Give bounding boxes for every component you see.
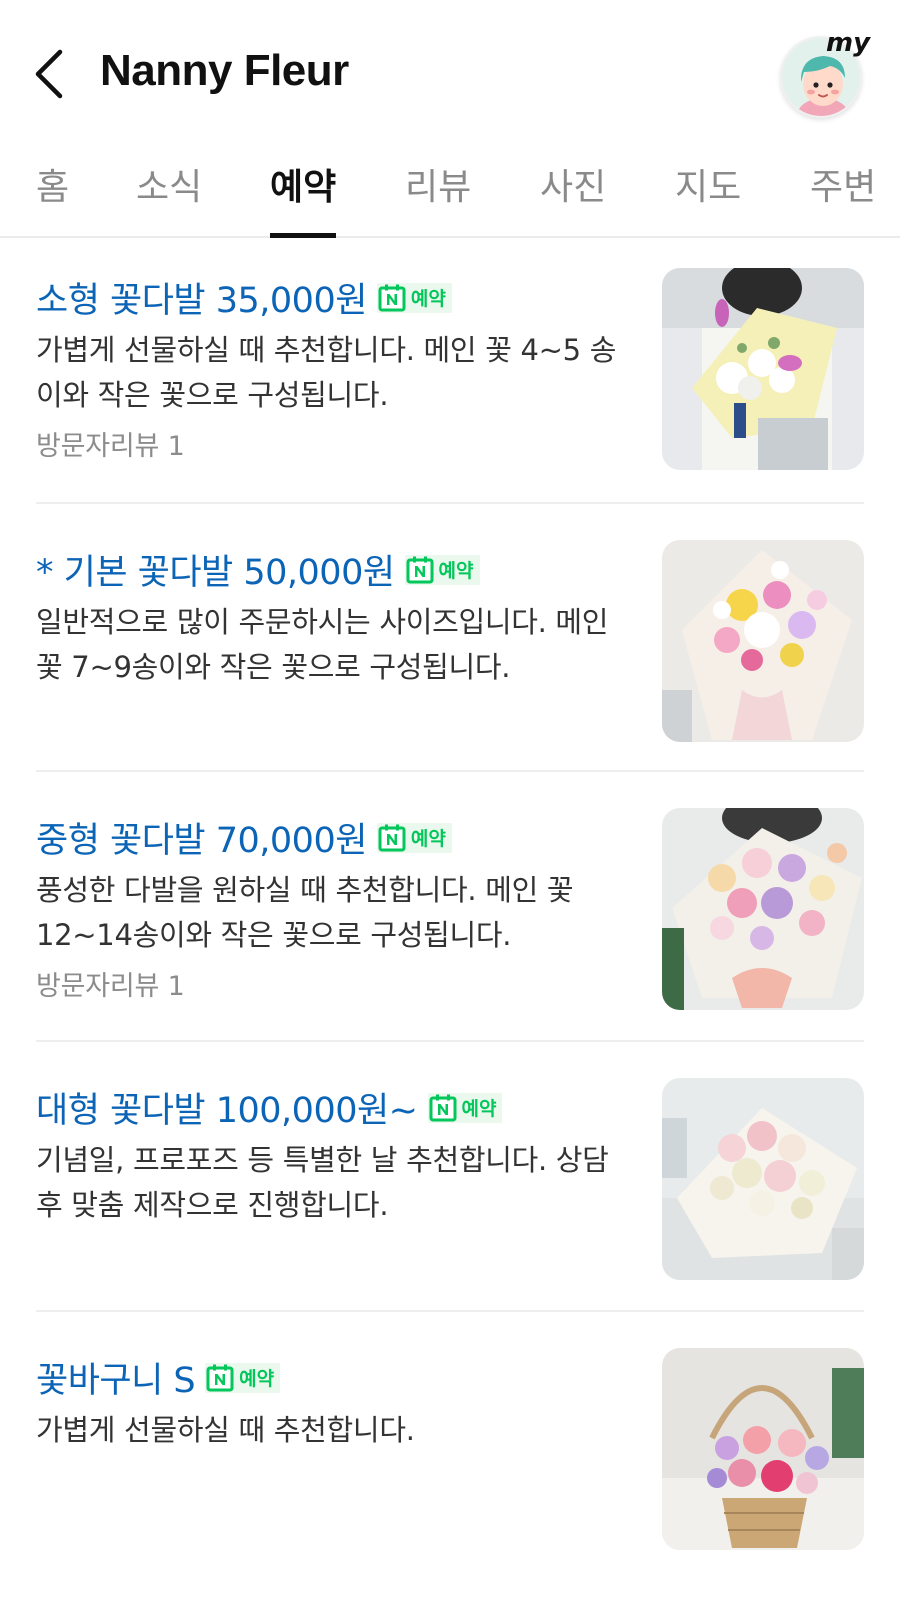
list-item[interactable]: 중형 꽃다발 70,000원 예약 풍성한 다발을 원하실 때 추천합니다. 메… <box>36 780 864 1042</box>
item-title[interactable]: 중형 꽃다발 70,000원 <box>36 812 367 863</box>
item-title[interactable]: * 기본 꽃다발 50,000원 <box>36 544 395 595</box>
naver-calendar-icon <box>206 1364 234 1391</box>
tab-nearby[interactable]: 주변 <box>810 158 876 238</box>
badge-label: 예약 <box>239 1368 275 1390</box>
badge-label: 예약 <box>461 1098 497 1120</box>
tab-news[interactable]: 소식 <box>136 158 202 238</box>
naver-calendar-icon <box>429 1094 457 1121</box>
list-item[interactable]: 대형 꽃다발 100,000원~ 예약 기념일, 프로포즈 등 특별한 날 추천… <box>36 1050 864 1312</box>
flower-basket-photo[interactable] <box>662 1348 864 1550</box>
divider <box>36 770 864 772</box>
list-item[interactable]: 소형 꽃다발 35,000원 예약 가볍게 선물하실 때 추천합니다. 메인 꽃… <box>36 240 864 502</box>
tab-photos[interactable]: 사진 <box>540 158 606 238</box>
item-title-row: 중형 꽃다발 70,000원 예약 <box>36 812 452 863</box>
badge-label: 예약 <box>410 288 446 310</box>
divider <box>36 1040 864 1042</box>
my-label[interactable]: my <box>826 28 870 58</box>
item-description: 풍성한 다발을 원하실 때 추천합니다. 메인 꽃 12~14송이와 작은 꽃으… <box>36 873 574 952</box>
naver-calendar-icon <box>406 556 434 583</box>
divider <box>36 1310 864 1312</box>
naver-calendar-icon <box>378 824 406 851</box>
divider <box>36 502 864 504</box>
item-title-row: * 기본 꽃다발 50,000원 예약 <box>36 544 480 595</box>
item-description: 일반적으로 많이 주문하시는 사이즈입니다. 메인 꽃 7~9송이와 작은 꽃으… <box>36 605 609 684</box>
bouquet-photo[interactable] <box>662 1078 864 1280</box>
bouquet-photo[interactable] <box>662 540 864 742</box>
list-item[interactable]: * 기본 꽃다발 50,000원 예약 일반적으로 많이 주문하시는 사이즈입니… <box>36 512 864 774</box>
badge-label: 예약 <box>438 560 474 582</box>
tab-map[interactable]: 지도 <box>675 158 741 238</box>
reservation-badge: 예약 <box>376 822 452 853</box>
visitor-review-count[interactable]: 방문자리뷰 1 <box>36 964 185 1003</box>
item-title-row: 소형 꽃다발 35,000원 예약 <box>36 272 452 323</box>
item-title[interactable]: 소형 꽃다발 35,000원 <box>36 272 367 323</box>
header: Nanny Fleur my <box>0 0 900 140</box>
item-title[interactable]: 대형 꽃다발 100,000원~ <box>36 1082 418 1133</box>
reservation-badge: 예약 <box>205 1362 281 1393</box>
item-description: 가볍게 선물하실 때 추천합니다. 메인 꽃 4~5 송이와 작은 꽃으로 구성… <box>36 333 617 412</box>
badge-label: 예약 <box>410 828 446 850</box>
tab-home[interactable]: 홈 <box>36 158 69 238</box>
item-title-row: 대형 꽃다발 100,000원~ 예약 <box>36 1082 503 1133</box>
item-title-row: 꽃바구니 S 예약 <box>36 1352 281 1403</box>
visitor-review-count[interactable]: 방문자리뷰 1 <box>36 424 185 463</box>
tab-reservation[interactable]: 예약 <box>270 158 337 238</box>
reservation-badge: 예약 <box>427 1092 503 1123</box>
bouquet-photo[interactable] <box>662 808 864 1010</box>
page-title: Nanny Fleur <box>100 46 349 95</box>
list-item[interactable]: 꽃바구니 S 예약 가볍게 선물하실 때 추천합니다. <box>36 1320 864 1582</box>
item-description: 가볍게 선물하실 때 추천합니다. <box>36 1413 415 1447</box>
tab-bar: 홈 소식 예약 리뷰 사진 지도 주변 <box>0 150 900 238</box>
back-arrow-icon[interactable] <box>30 48 70 100</box>
item-title[interactable]: 꽃바구니 S <box>36 1352 196 1403</box>
item-description: 기념일, 프로포즈 등 특별한 날 추천합니다. 상담 후 맞춤 제작으로 진행… <box>36 1143 609 1222</box>
bouquet-photo[interactable] <box>662 268 864 470</box>
tab-reviews[interactable]: 리뷰 <box>405 158 471 238</box>
naver-calendar-icon <box>378 284 406 311</box>
reservation-badge: 예약 <box>376 282 452 313</box>
reservation-badge: 예약 <box>404 554 480 585</box>
